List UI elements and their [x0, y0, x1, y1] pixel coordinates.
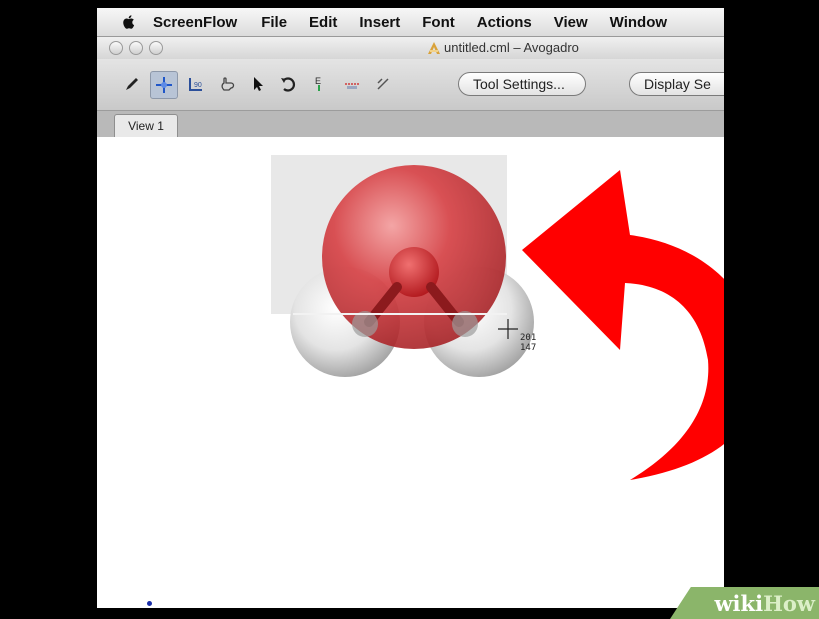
- manipulate-tool-button[interactable]: [214, 71, 240, 97]
- watermark-text-wiki: wiki: [714, 590, 764, 616]
- close-window-button[interactable]: [109, 41, 123, 55]
- minimize-window-button[interactable]: [129, 41, 143, 55]
- menu-view[interactable]: View: [554, 14, 588, 31]
- menu-insert[interactable]: Insert: [359, 14, 400, 31]
- autoopt-icon: [377, 78, 389, 90]
- window-title-bar[interactable]: untitled.cml – Avogadro: [97, 37, 724, 59]
- select-icon: [254, 77, 263, 91]
- navigate-tool-button[interactable]: [150, 71, 178, 99]
- bond-centric-tool-button[interactable]: E: [306, 71, 332, 97]
- menu-font[interactable]: Font: [422, 14, 454, 31]
- svg-text:E: E: [315, 76, 321, 86]
- measure-icon: 90: [189, 78, 202, 91]
- bond-centric-icon: E: [315, 76, 321, 91]
- menu-bar: ScreenFlow File Edit Insert Font Actions…: [97, 8, 724, 37]
- letterbox-left: [0, 0, 97, 619]
- menu-window[interactable]: Window: [610, 14, 667, 31]
- toolbar: 90 E Tool Settings... Display Se: [97, 59, 769, 111]
- svg-text:90: 90: [194, 82, 202, 89]
- letterbox-right: [724, 0, 819, 619]
- rotate-icon: [281, 77, 296, 92]
- navigate-icon: [156, 77, 172, 93]
- zoom-window-button[interactable]: [149, 41, 163, 55]
- window-title-text: untitled.cml – Avogadro: [444, 40, 579, 55]
- menu-file[interactable]: File: [261, 14, 287, 31]
- rotate-tool-button[interactable]: [275, 71, 301, 97]
- menu-actions[interactable]: Actions: [477, 14, 532, 31]
- draw-tool-button[interactable]: [119, 71, 145, 97]
- align-icon: [345, 83, 359, 89]
- align-tool-button[interactable]: [339, 71, 365, 97]
- letterbox-top: [0, 0, 819, 8]
- apple-logo-icon[interactable]: [121, 14, 137, 30]
- view-tab-bar: View 1: [97, 111, 724, 138]
- pencil-icon: [126, 78, 138, 90]
- watermark-text-how: How: [763, 590, 815, 616]
- menu-edit[interactable]: Edit: [309, 14, 337, 31]
- document-icon: [428, 41, 440, 54]
- menu-app-name[interactable]: ScreenFlow: [153, 14, 237, 31]
- manipulate-icon: [221, 77, 235, 91]
- measure-tool-button[interactable]: 90: [183, 71, 209, 97]
- select-tool-button[interactable]: [245, 71, 271, 97]
- tool-settings-button[interactable]: Tool Settings...: [458, 72, 586, 96]
- window-controls: [109, 41, 169, 55]
- autoopt-tool-button[interactable]: [370, 71, 396, 97]
- window-title: untitled.cml – Avogadro: [427, 40, 579, 55]
- screen: ScreenFlow File Edit Insert Font Actions…: [0, 0, 819, 619]
- wikihow-watermark: wiki How: [670, 587, 819, 619]
- axis-indicator-dot: [147, 601, 152, 606]
- tab-view-1[interactable]: View 1: [114, 114, 178, 137]
